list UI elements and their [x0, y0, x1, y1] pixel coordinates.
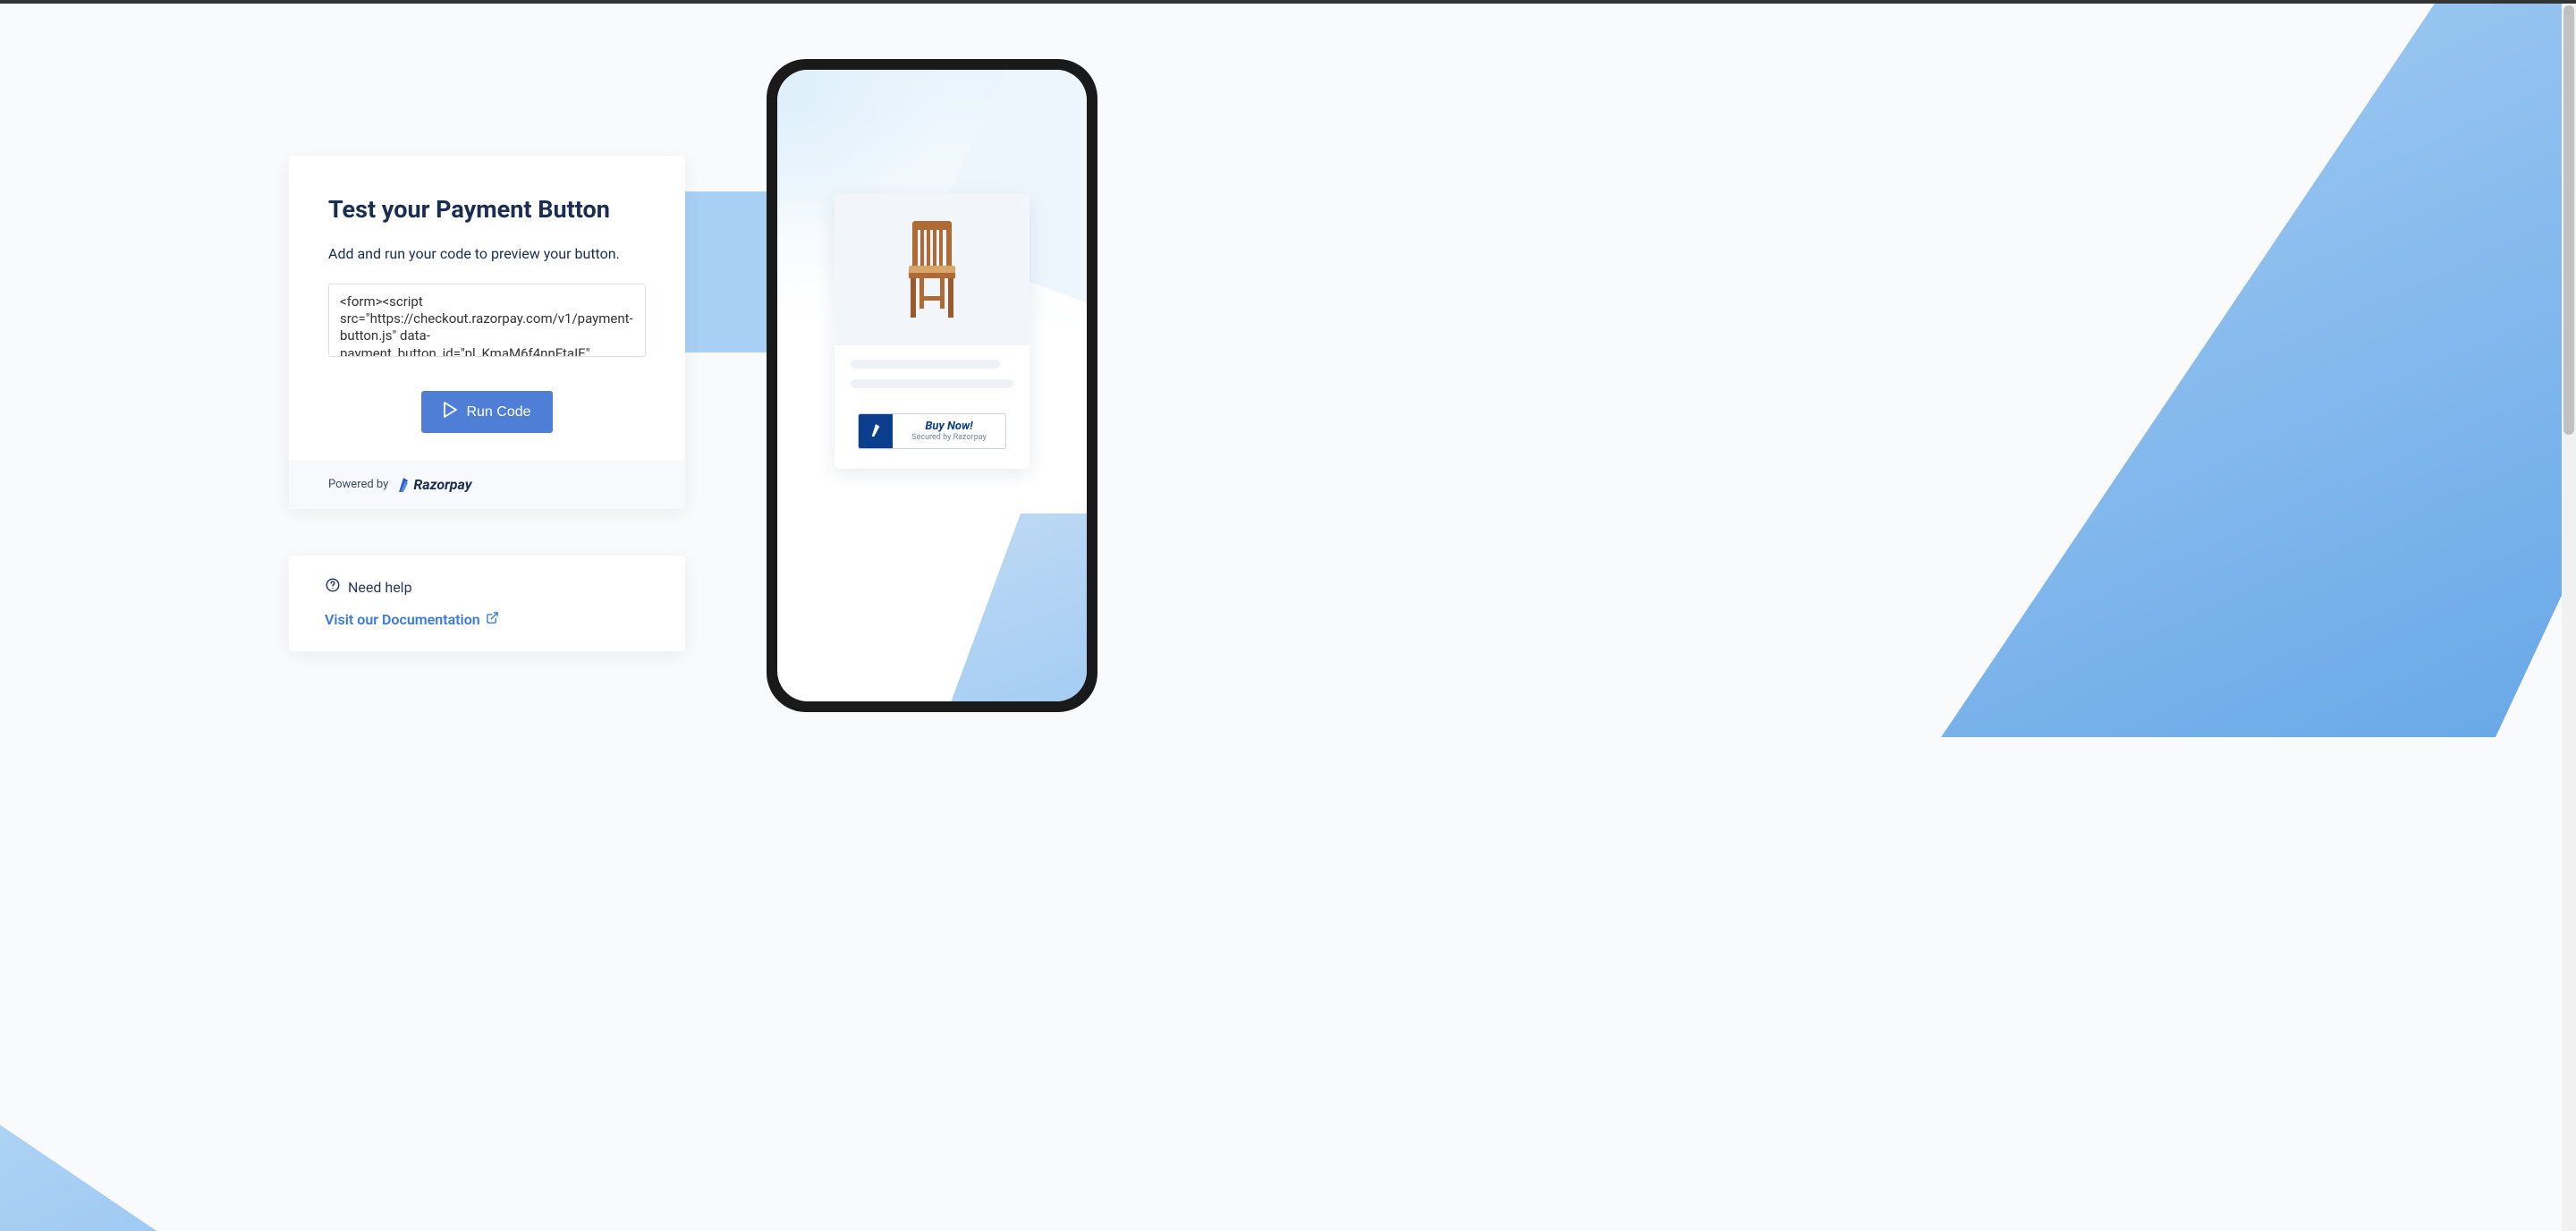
- powered-by-label: Powered by: [328, 478, 388, 491]
- razorpay-brand-text: Razorpay: [413, 476, 471, 493]
- screen-bg-blob: [935, 514, 1087, 701]
- run-code-label: Run Code: [466, 404, 530, 420]
- page-scrollbar-thumb[interactable]: [2563, 5, 2574, 435]
- need-help-row: Need help: [325, 577, 649, 597]
- help-icon: [325, 577, 341, 597]
- code-input[interactable]: [328, 284, 646, 357]
- chair-icon: [896, 214, 968, 325]
- documentation-link-label: Visit our Documentation: [325, 611, 480, 628]
- documentation-link[interactable]: Visit our Documentation: [325, 611, 499, 628]
- buy-button-subtext: Secured by Razorpay: [911, 434, 987, 442]
- product-image: [835, 193, 1030, 345]
- product-info: Buy Now! Secured by Razorpay: [835, 345, 1030, 469]
- buy-now-button[interactable]: Buy Now! Secured by Razorpay: [858, 413, 1006, 449]
- test-payment-card: Test your Payment Button Add and run you…: [289, 156, 685, 509]
- external-link-icon: [486, 611, 499, 628]
- product-card: Buy Now! Secured by Razorpay: [835, 193, 1030, 469]
- razorpay-logo: Razorpay: [397, 476, 471, 493]
- page-viewport: Test your Payment Button Add and run you…: [0, 0, 2576, 1231]
- play-icon: [443, 402, 457, 422]
- buy-button-label: Buy Now!: [925, 420, 972, 432]
- card-footer: Powered by Razorpay: [289, 460, 685, 509]
- help-card: Need help Visit our Documentation: [289, 556, 685, 651]
- buy-button-brand-block: [859, 414, 893, 448]
- card-subtitle: Add and run your code to preview your bu…: [328, 245, 646, 262]
- skeleton-line: [851, 379, 1013, 388]
- card-title: Test your Payment Button: [328, 195, 646, 224]
- need-help-label: Need help: [348, 579, 412, 596]
- phone-screen: Buy Now! Secured by Razorpay: [777, 70, 1087, 701]
- razorpay-mark-icon: [397, 478, 410, 492]
- run-code-button[interactable]: Run Code: [421, 391, 552, 433]
- phone-mockup: Buy Now! Secured by Razorpay: [767, 59, 1097, 712]
- skeleton-line: [851, 360, 1000, 369]
- page-scrollbar[interactable]: [2562, 4, 2576, 1231]
- razorpay-mark-icon: [869, 423, 882, 440]
